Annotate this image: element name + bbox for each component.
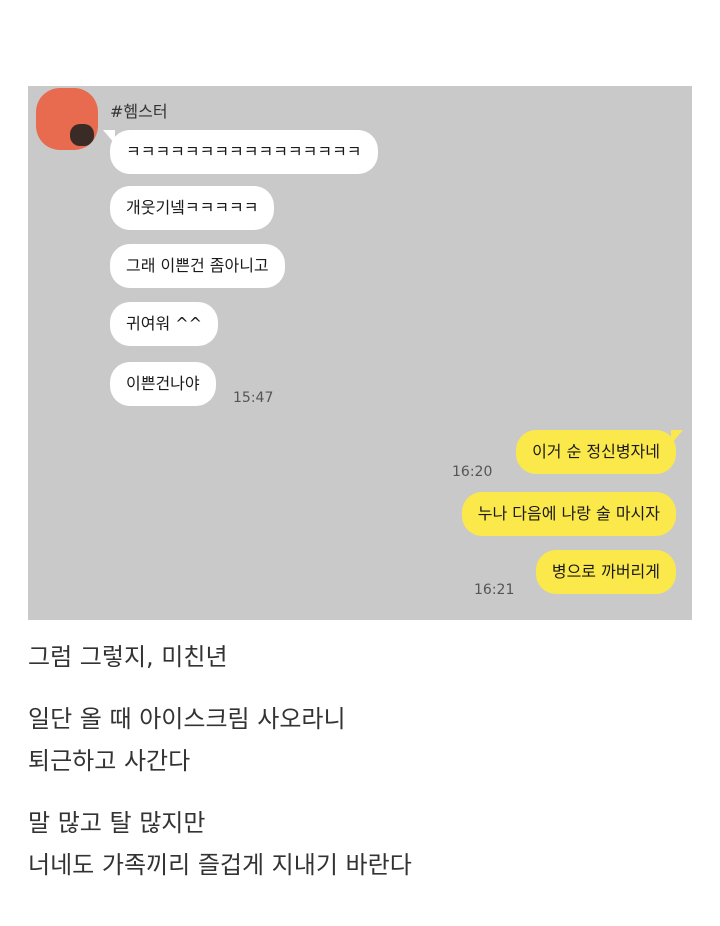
caption-line: 너네도 가족끼리 즐겁게 지내기 바란다 [28, 851, 412, 879]
incoming-message: 이쁜건나야 [110, 362, 216, 406]
sender-name: #헴스터 [110, 102, 168, 121]
sender-avatar [36, 88, 98, 150]
caption-line: 말 많고 탈 많지만 [28, 809, 206, 837]
outgoing-message: 누나 다음에 나랑 술 마시자 [461, 492, 676, 536]
incoming-timestamp: 15:47 [233, 390, 274, 406]
incoming-message: ㅋㅋㅋㅋㅋㅋㅋㅋㅋㅋㅋㅋㅋㅋㅋㅋ [103, 130, 378, 174]
incoming-message: 그래 이쁜건 좀아니고 [110, 244, 285, 288]
outgoing-timestamp: 16:20 [452, 464, 493, 480]
caption-line: 그럼 그렇지, 미친년 [28, 643, 228, 671]
caption-line: 퇴근하고 사간다 [28, 747, 191, 775]
outgoing-timestamp: 16:21 [474, 582, 515, 598]
incoming-message: 개웃기넼ㅋㅋㅋㅋㅋ [110, 186, 275, 230]
chat-screenshot: #헴스터 ㅋㅋㅋㅋㅋㅋㅋㅋㅋㅋㅋㅋㅋㅋㅋㅋ 개웃기넼ㅋㅋㅋㅋㅋ 그래 이쁜건 좀… [28, 86, 692, 620]
outgoing-message: 병으로 까버리게 [535, 550, 676, 594]
outgoing-message: 이거 순 정신병자네 [516, 430, 683, 474]
incoming-message: 귀여워 ^^ [110, 302, 219, 346]
caption-line: 일단 올 때 아이스크림 사오라니 [28, 705, 346, 733]
